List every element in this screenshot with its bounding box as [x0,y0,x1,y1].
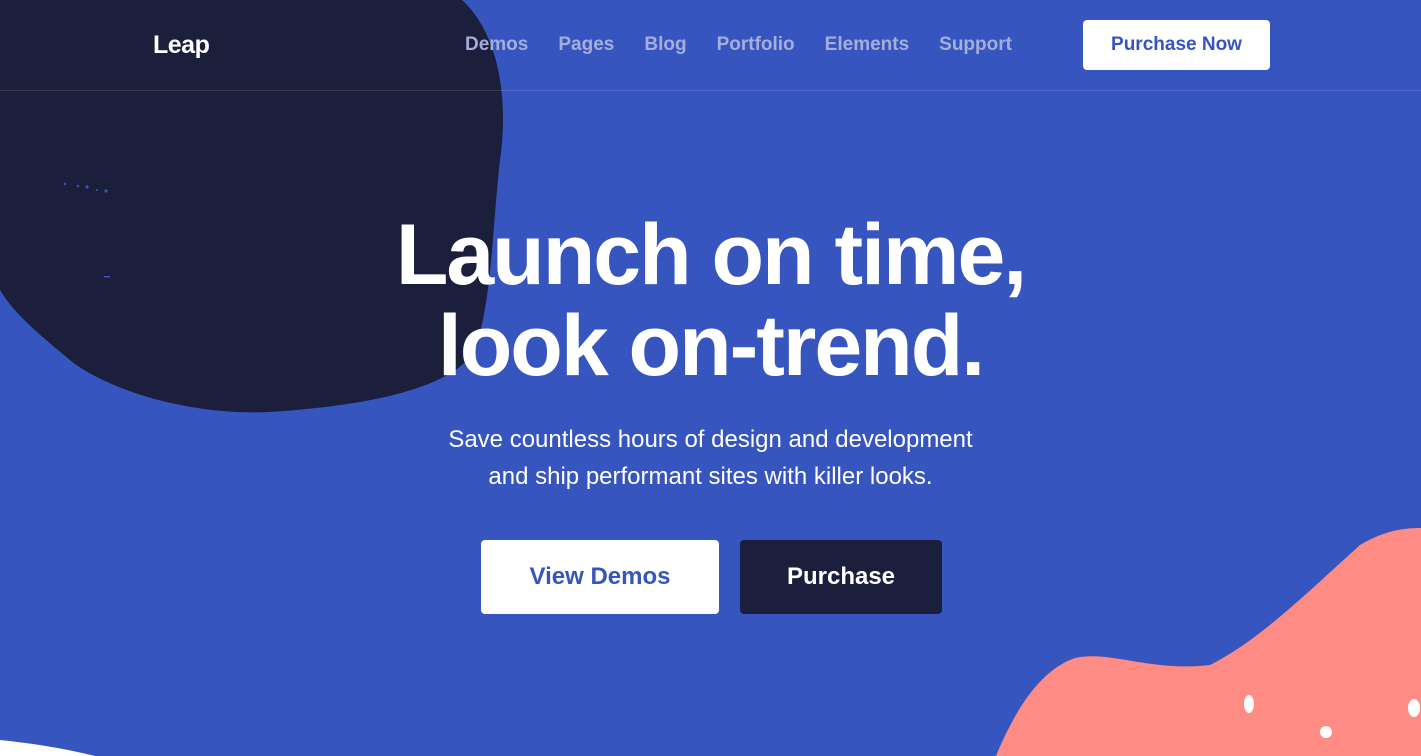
purchase-button[interactable]: Purchase [740,540,942,614]
nav-link-support[interactable]: Support [939,33,1012,57]
hero-title-line-1: Launch on time, [395,207,1027,303]
white-corner-shape [0,740,95,756]
nav-link-elements[interactable]: Elements [825,33,909,57]
nav-link-pages[interactable]: Pages [558,33,614,57]
hero-title: Launch on time, look on-trend. [0,210,1421,392]
nav-links: Demos Pages Blog Portfolio Elements Supp… [465,33,1012,57]
purchase-now-button[interactable]: Purchase Now [1083,20,1270,70]
hero-title-line-2: look on-trend. [437,298,985,394]
view-demos-button[interactable]: View Demos [481,540,719,614]
nav-link-blog[interactable]: Blog [644,33,686,57]
top-navbar: Leap Demos Pages Blog Portfolio Elements… [0,0,1421,91]
coral-blob-shape [996,528,1421,756]
hero-subtitle-line-1: Save countless hours of design and devel… [448,426,973,453]
landing-page: Leap Demos Pages Blog Portfolio Elements… [0,0,1421,756]
nav-link-demos[interactable]: Demos [465,33,528,57]
hero-subtitle: Save countless hours of design and devel… [0,421,1421,495]
nav-link-portfolio[interactable]: Portfolio [717,33,795,57]
brand-logo[interactable]: Leap [153,29,210,61]
hero-subtitle-line-2: and ship performant sites with killer lo… [488,463,933,490]
